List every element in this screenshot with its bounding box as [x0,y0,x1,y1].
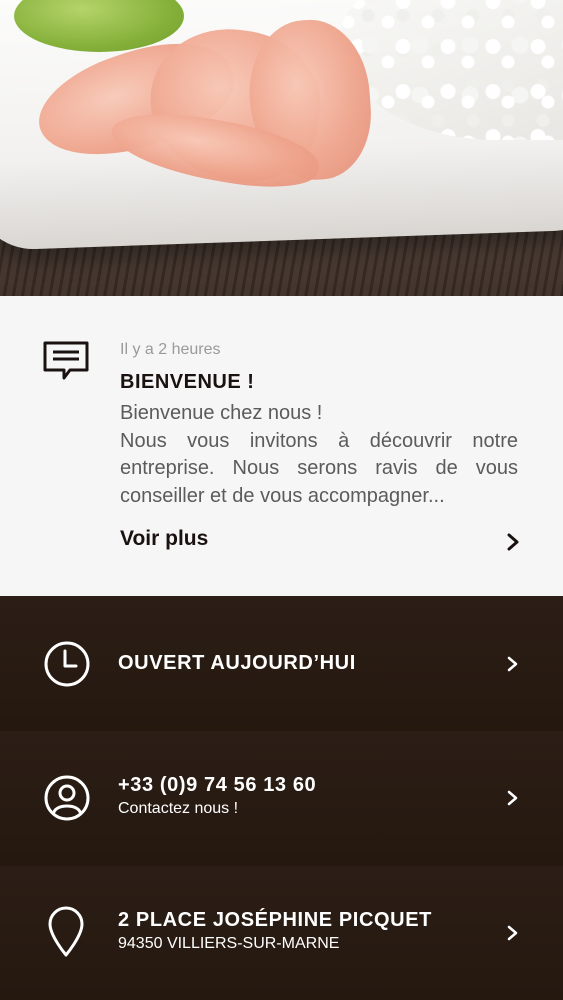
address-street: 2 PLACE JOSÉPHINE PICQUET [118,909,432,931]
chevron-right-icon[interactable] [507,790,519,806]
user-circle-icon [44,775,90,821]
opening-hours-title: OUVERT AUJOURD’HUI [118,652,356,674]
chevron-right-icon[interactable] [506,533,520,551]
location-pin-icon [48,906,84,957]
address-city: 94350 VILLIERS-SUR-MARNE [118,935,340,952]
news-time: Il y a 2 heures [120,341,221,358]
clock-icon [44,641,90,687]
chevron-right-icon[interactable] [507,656,519,672]
see-more-link[interactable]: Voir plus [120,527,208,551]
hero-image [0,0,563,296]
news-title: BIENVENUE ! [120,371,255,393]
message-icon [43,341,89,380]
contact-subtitle: Contactez nous ! [118,800,239,817]
phone-number: +33 (0)9 74 56 13 60 [118,774,317,796]
news-body: Bienvenue chez nous ! Nous vous invitons… [120,402,518,507]
chevron-right-icon[interactable] [507,925,519,941]
